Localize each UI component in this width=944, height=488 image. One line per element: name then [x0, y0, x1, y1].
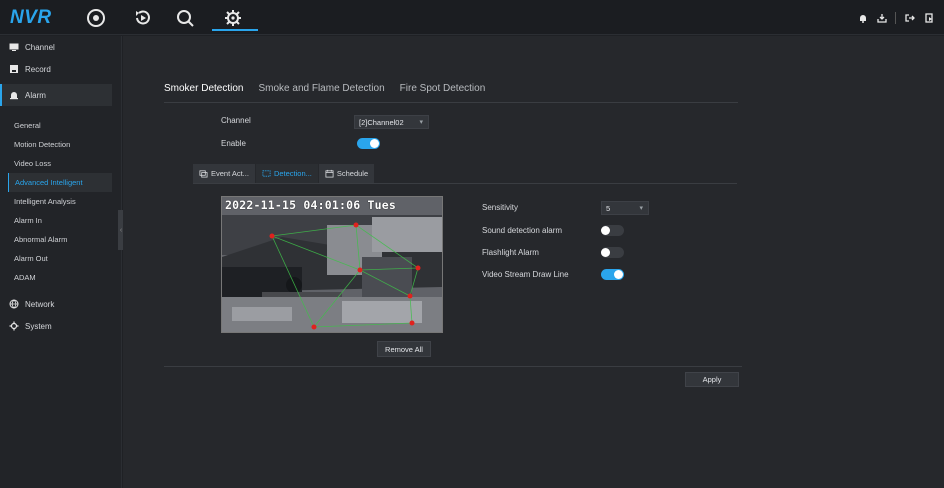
sidebar-item-alarm-in[interactable]: Alarm In	[8, 211, 112, 230]
subtab-label: Event Act...	[211, 169, 249, 178]
subtab-detection[interactable]: Detection...	[255, 164, 319, 183]
flashlight-alarm-label: Flashlight Alarm	[482, 248, 539, 257]
calendar-icon	[325, 169, 334, 178]
channel-icon	[9, 43, 19, 51]
main-content: Smoker Detection Smoke and Flame Detecti…	[123, 36, 944, 488]
draw-line-label: Video Stream Draw Line	[482, 270, 569, 279]
settings-icon[interactable]	[222, 7, 244, 29]
subtab-label: Schedule	[336, 169, 369, 178]
sidebar-item-label: Record	[25, 64, 51, 74]
sidebar-item-label: Channel	[25, 42, 55, 52]
nvr-logo: NVR	[10, 7, 52, 28]
channel-select[interactable]: [2]Channel02 ▾	[354, 115, 429, 129]
subtabs-divider	[193, 183, 737, 184]
enable-label: Enable	[221, 139, 246, 148]
detection-tabs: Smoker Detection Smoke and Flame Detecti…	[164, 83, 485, 104]
camera-scene	[222, 197, 442, 332]
chevron-down-icon: ▾	[639, 205, 643, 212]
record-icon	[10, 65, 18, 73]
sidebar-item-abnormal-alarm[interactable]: Abnormal Alarm	[8, 230, 112, 249]
playback-icon[interactable]	[132, 7, 154, 29]
subtab-schedule[interactable]: Schedule	[318, 164, 376, 183]
sidebar-item-alarm[interactable]: Alarm	[0, 84, 112, 106]
network-icon	[9, 299, 19, 309]
sound-alarm-toggle[interactable]	[601, 225, 624, 236]
draw-line-toggle[interactable]	[601, 269, 624, 280]
sidebar-item-record[interactable]: Record	[0, 58, 121, 80]
live-view-icon[interactable]	[85, 7, 107, 29]
sound-alarm-label: Sound detection alarm	[482, 226, 563, 235]
video-timestamp-osd: 2022-11-15 04:01:06 Tues	[225, 198, 396, 212]
sidebar-item-label: Alarm	[25, 90, 46, 100]
sidebar-item-alarm-out[interactable]: Alarm Out	[8, 249, 112, 268]
sidebar-item-video-loss[interactable]: Video Loss	[8, 154, 112, 173]
flashlight-alarm-toggle[interactable]	[601, 247, 624, 258]
sidebar-item-advanced-intelligent[interactable]: Advanced Intelligent	[8, 173, 112, 192]
active-nav-indicator	[212, 29, 258, 31]
tab-smoker-detection[interactable]: Smoker Detection	[164, 83, 243, 104]
apply-button[interactable]: Apply	[685, 372, 739, 387]
search-icon[interactable]	[174, 7, 196, 29]
sidebar-item-label: Network	[25, 299, 55, 309]
sidebar-item-intelligent-analysis[interactable]: Intelligent Analysis	[8, 192, 112, 211]
chevron-down-icon: ▾	[419, 119, 423, 126]
event-action-icon	[199, 170, 208, 178]
top-bar: NVR	[0, 0, 944, 35]
channel-select-value: [2]Channel02	[359, 117, 404, 127]
footer-divider	[164, 366, 742, 367]
alarm-submenu: General Motion Detection Video Loss Adva…	[0, 110, 121, 287]
logout-icon[interactable]	[904, 13, 915, 24]
sidebar-item-motion-detection[interactable]: Motion Detection	[8, 135, 112, 154]
top-right-tools	[857, 12, 934, 24]
remove-all-button[interactable]: Remove All	[377, 341, 431, 357]
tab-smoke-and-flame-detection[interactable]: Smoke and Flame Detection	[258, 83, 384, 104]
download-icon[interactable]	[876, 13, 887, 24]
detection-area-icon	[262, 170, 271, 177]
system-icon	[9, 321, 19, 331]
sidebar-item-network[interactable]: Network	[0, 293, 121, 315]
subtab-label: Detection...	[273, 169, 312, 178]
toolbar-divider	[895, 12, 896, 24]
sensitivity-select[interactable]: 5 ▾	[601, 201, 649, 215]
channel-label: Channel	[221, 116, 251, 125]
sensitivity-value: 5	[606, 203, 611, 213]
subtab-event-action[interactable]: Event Act...	[193, 164, 256, 183]
bell-icon[interactable]	[857, 13, 868, 24]
sidebar-item-adam[interactable]: ADAM	[8, 268, 112, 287]
alarm-icon	[10, 92, 18, 100]
enable-toggle[interactable]	[357, 138, 380, 149]
video-preview[interactable]: 2022-11-15 04:01:06 Tues	[221, 196, 443, 333]
sidebar-item-channel[interactable]: Channel	[0, 36, 121, 58]
config-subtabs: Event Act... Detection... Schedule	[193, 164, 376, 183]
sidebar-item-system[interactable]: System	[0, 315, 121, 337]
tabs-divider	[164, 102, 738, 103]
exit-icon[interactable]	[923, 13, 934, 24]
sidebar-item-label: System	[25, 321, 52, 331]
sensitivity-label: Sensitivity	[482, 203, 519, 212]
tab-fire-spot-detection[interactable]: Fire Spot Detection	[400, 83, 486, 104]
sidebar-item-general[interactable]: General	[8, 116, 112, 135]
sidebar: Channel Record Alarm General Motion Dete…	[0, 36, 122, 488]
